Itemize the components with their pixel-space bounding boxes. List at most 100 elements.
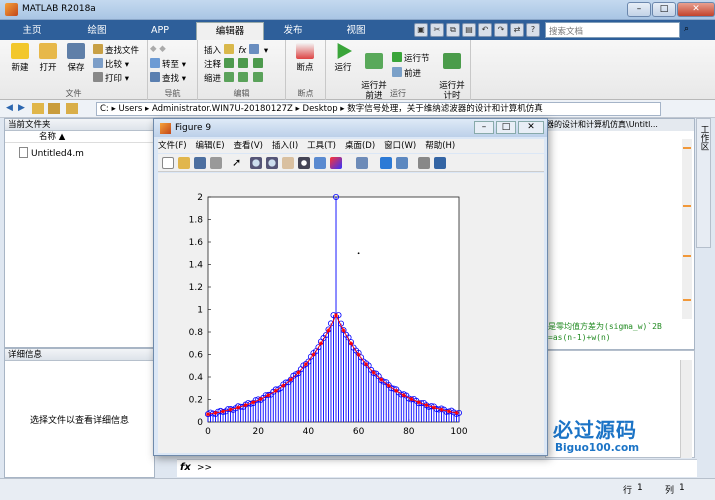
zoom-in-icon[interactable] xyxy=(250,157,262,169)
save-button[interactable]: 保存 xyxy=(61,43,91,73)
forward-icon[interactable]: ▶ xyxy=(18,103,25,113)
run-section-icon xyxy=(392,52,402,62)
hide-plot-tools-icon[interactable] xyxy=(418,157,430,169)
workspace-side-tab[interactable]: 工作区 xyxy=(696,118,711,248)
browse-folder-icon[interactable] xyxy=(32,103,44,114)
save-icon[interactable]: ▣ xyxy=(414,23,428,37)
figure-title: Figure 9 xyxy=(175,123,212,133)
back-icon[interactable]: ◀ xyxy=(6,103,13,113)
goto-button[interactable]: 转至 ▾ xyxy=(150,58,186,70)
run-section-button[interactable]: 运行节 xyxy=(392,52,430,64)
cut-icon[interactable]: ✂ xyxy=(430,23,444,37)
show-plot-tools-icon[interactable] xyxy=(434,157,446,169)
find-button[interactable]: 查找 ▾ xyxy=(150,72,186,84)
switch-windows-icon[interactable]: ⇄ xyxy=(510,23,524,37)
y-tick-label: 1.8 xyxy=(189,216,204,226)
column-name-header[interactable]: 名称 ▲ xyxy=(5,131,154,143)
run-button[interactable]: 运行 xyxy=(328,43,358,73)
search-icon[interactable]: ⌕ xyxy=(684,24,698,36)
file-list-item[interactable]: Untitled4.m xyxy=(5,143,154,159)
find-files-button[interactable]: 查找文件 xyxy=(93,44,139,56)
maximize-button[interactable]: □ xyxy=(652,2,676,17)
address-path[interactable]: C: ▸ Users ▸ Administrator.WIN7U-2018012… xyxy=(96,102,661,116)
editor-scrollbar[interactable] xyxy=(682,139,692,319)
figure-window[interactable]: Figure 9 – □ ✕ 文件(F) 编辑(E) 查看(V) 插入(I) 工具(T)… xyxy=(153,118,548,456)
undo-icon[interactable]: ↶ xyxy=(478,23,492,37)
copy-icon[interactable]: ⧉ xyxy=(446,23,460,37)
search-input[interactable]: 搜索文档 xyxy=(545,22,680,38)
breakpoints-button[interactable]: 断点 xyxy=(290,43,320,73)
comment-button[interactable]: 注释 xyxy=(204,58,265,70)
tab-2[interactable]: APP xyxy=(132,22,188,40)
warning-marker[interactable] xyxy=(683,255,691,257)
figure-maximize-button[interactable]: □ xyxy=(496,121,516,134)
zoom-out-icon[interactable] xyxy=(266,157,278,169)
y-tick-label: 0.4 xyxy=(189,373,204,383)
legend-icon[interactable] xyxy=(396,157,408,169)
figure-menu-6[interactable]: 窗口(W) xyxy=(384,139,416,153)
figure-menu-5[interactable]: 桌面(D) xyxy=(345,139,375,153)
new-button[interactable]: 新建 xyxy=(5,43,35,73)
figure-close-button[interactable]: ✕ xyxy=(518,121,544,134)
tab-1[interactable]: 绘图 xyxy=(66,22,128,40)
open-file-icon[interactable] xyxy=(178,157,190,169)
ribbon-group-breakpoints: 断点 断点 xyxy=(286,40,326,100)
up-folder-icon[interactable] xyxy=(48,103,60,114)
stray-point xyxy=(357,252,360,255)
editor-tab[interactable]: 器的设计和计算机仿真\Untitl... xyxy=(546,119,694,131)
minimize-button[interactable]: – xyxy=(627,2,651,17)
paste-icon[interactable]: ▤ xyxy=(462,23,476,37)
figure-icon xyxy=(160,123,171,134)
x-tick-label: 80 xyxy=(403,427,415,437)
print-button[interactable]: 打印 ▾ xyxy=(93,72,129,84)
new-figure-icon[interactable] xyxy=(162,157,174,169)
colorbar-icon[interactable] xyxy=(380,157,392,169)
tab-4[interactable]: 发布 xyxy=(268,22,318,40)
pointer-icon[interactable]: ➚ xyxy=(232,157,244,169)
help-icon[interactable]: ? xyxy=(526,23,540,37)
tab-0[interactable]: 主页 xyxy=(4,22,60,40)
nav-back-forward[interactable]: ◆ ◆ xyxy=(150,44,166,54)
current-folder-panel: 当前文件夹 名称 ▲ Untitled4.m xyxy=(4,118,155,348)
open-button[interactable]: 打开 xyxy=(33,43,63,73)
figure-menu-0[interactable]: 文件(F) xyxy=(158,139,187,153)
tab-3[interactable]: 编辑器 xyxy=(196,22,264,40)
compare-button[interactable]: 比较 ▾ xyxy=(93,58,129,70)
warning-marker[interactable] xyxy=(683,205,691,207)
save-figure-icon[interactable] xyxy=(194,157,206,169)
x-tick-label: 0 xyxy=(205,427,211,437)
command-window[interactable]: fx >> xyxy=(177,459,697,477)
figure-menu-4[interactable]: 工具(T) xyxy=(307,139,336,153)
pan-icon[interactable] xyxy=(282,157,294,169)
folder-browse-icon[interactable] xyxy=(66,103,78,114)
x-tick-label: 40 xyxy=(303,427,315,437)
stem-plot[interactable]: 0 20 40 60 80 100 0 0.2 0.4 0.6 0.8 1 1.2 1.4 1.6 1.8 2 xyxy=(158,173,544,453)
find-files-icon xyxy=(93,44,103,54)
command-scrollbar[interactable] xyxy=(680,360,692,458)
link-plot-icon[interactable] xyxy=(356,157,368,169)
ribbon-group-navigate: ◆ ◆ 转至 ▾ 查找 ▾ 导航 xyxy=(148,40,198,100)
figure-minimize-button[interactable]: – xyxy=(474,121,494,134)
compare-icon xyxy=(93,58,103,68)
matlab-logo-icon xyxy=(5,3,18,16)
redo-icon[interactable]: ↷ xyxy=(494,23,508,37)
indent-button[interactable]: 缩进 xyxy=(204,72,265,84)
print-figure-icon[interactable] xyxy=(210,157,222,169)
figure-menu-3[interactable]: 插入(I) xyxy=(272,139,298,153)
rotate-3d-icon[interactable] xyxy=(298,157,310,169)
figure-menu-2[interactable]: 查看(V) xyxy=(234,139,263,153)
code-line-2: =as(n-1)+w(n) xyxy=(548,333,611,342)
warning-marker[interactable] xyxy=(683,147,691,149)
advance-button[interactable]: 前进 xyxy=(392,67,421,79)
close-button[interactable]: ✕ xyxy=(677,2,715,17)
tab-5[interactable]: 视图 xyxy=(330,22,382,40)
warning-marker[interactable] xyxy=(683,299,691,301)
editor-panel: 器的设计和计算机仿真\Untitl... 是零均值方差为(sigma_w)`2B… xyxy=(545,118,695,350)
insert-button[interactable]: 插入 fx ▾ xyxy=(204,44,268,56)
brush-icon[interactable] xyxy=(330,157,342,169)
y-tick-label: 0.6 xyxy=(189,351,204,361)
figure-menu-7[interactable]: 帮助(H) xyxy=(425,139,455,153)
data-cursor-icon[interactable] xyxy=(314,157,326,169)
figure-menu-1[interactable]: 编辑(E) xyxy=(196,139,225,153)
ribbon-group-run: 运行 运行并 前进 运行节 前进 运行并 计时 运行 xyxy=(326,40,471,101)
